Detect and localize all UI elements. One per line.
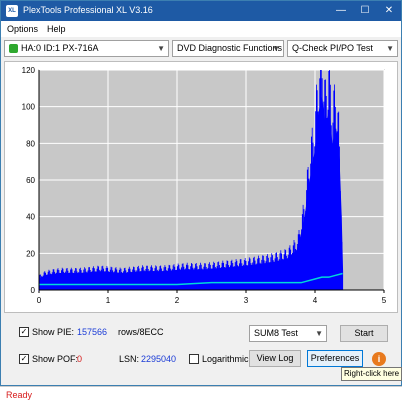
menu-bar: Options Help xyxy=(1,21,401,37)
x-tick-label: 5 xyxy=(382,296,387,305)
y-tick-label: 0 xyxy=(31,286,36,295)
x-tick-label: 0 xyxy=(37,296,42,305)
x-tick-label: 4 xyxy=(313,296,318,305)
logarithmic-label: Logarithmic xyxy=(202,354,249,364)
chart-panel: 0 20 40 60 80 100 120 0 1 2 3 4 5 xyxy=(4,61,398,313)
sum-test-select[interactable]: SUM8 Test ▼ xyxy=(249,325,327,342)
menu-help[interactable]: Help xyxy=(47,24,66,34)
show-pof-label: Show POF: xyxy=(32,354,79,364)
chevron-down-icon: ▼ xyxy=(386,44,394,53)
chevron-down-icon: ▼ xyxy=(272,44,280,53)
pof-value: 0 xyxy=(77,354,83,364)
preferences-button[interactable]: Preferences xyxy=(307,350,363,367)
show-pof-checkbox[interactable]: ✓ xyxy=(19,354,29,364)
chevron-down-icon: ▼ xyxy=(157,44,165,53)
function-select[interactable]: DVD Diagnostic Functions ▼ xyxy=(172,40,284,57)
y-tick-label: 20 xyxy=(26,249,35,258)
test-select[interactable]: Q-Check PI/PO Test ▼ xyxy=(287,40,398,57)
title-bar[interactable]: XL PlexTools Professional XL V3.16 — ☐ ✕ xyxy=(1,1,401,21)
x-tick-label: 1 xyxy=(106,296,111,305)
x-tick-label: 2 xyxy=(175,296,180,305)
window-title: PlexTools Professional XL V3.16 xyxy=(23,5,153,15)
status-bar: Ready xyxy=(0,386,402,404)
menu-options[interactable]: Options xyxy=(7,24,38,34)
drive-icon xyxy=(9,44,18,53)
drive-select-value: HA:0 ID:1 PX-716A xyxy=(21,43,99,53)
maximize-icon[interactable]: ☐ xyxy=(354,2,376,20)
chevron-down-icon: ▼ xyxy=(315,329,323,338)
lsn-value: 2295040 xyxy=(141,354,177,364)
lsn-label: LSN: xyxy=(119,354,140,364)
logarithmic-checkbox[interactable] xyxy=(189,354,199,364)
show-pie-checkbox[interactable]: ✓ xyxy=(19,327,29,337)
show-pie-label: Show PIE: xyxy=(32,327,75,337)
y-tick-label: 60 xyxy=(26,176,35,185)
rows-label: rows/8ECC xyxy=(118,327,164,337)
pi-po-chart: 0 20 40 60 80 100 120 0 1 2 3 4 5 xyxy=(22,66,387,305)
function-select-value: DVD Diagnostic Functions xyxy=(177,43,283,53)
info-icon[interactable]: i xyxy=(372,352,386,366)
drive-select[interactable]: HA:0 ID:1 PX-716A ▼ xyxy=(4,40,169,57)
tooltip: Right-click here xyxy=(341,367,402,381)
y-tick-label: 100 xyxy=(22,103,36,112)
y-tick-label: 80 xyxy=(26,139,35,148)
x-tick-label: 3 xyxy=(244,296,249,305)
sum-test-value: SUM8 Test xyxy=(254,328,298,338)
y-tick-label: 40 xyxy=(26,213,35,222)
toolbar: HA:0 ID:1 PX-716A ▼ DVD Diagnostic Funct… xyxy=(1,37,401,59)
start-button[interactable]: Start xyxy=(340,325,388,342)
pie-value: 157566 xyxy=(77,327,108,337)
y-tick-label: 120 xyxy=(22,66,36,75)
close-icon[interactable]: ✕ xyxy=(378,2,400,20)
app-window: XL PlexTools Professional XL V3.16 — ☐ ✕… xyxy=(0,0,402,386)
test-select-value: Q-Check PI/PO Test xyxy=(292,43,373,53)
minimize-icon[interactable]: — xyxy=(330,2,352,20)
status-text: Ready xyxy=(6,390,33,400)
app-logo-icon: XL xyxy=(6,5,18,17)
view-log-button[interactable]: View Log xyxy=(249,350,301,367)
